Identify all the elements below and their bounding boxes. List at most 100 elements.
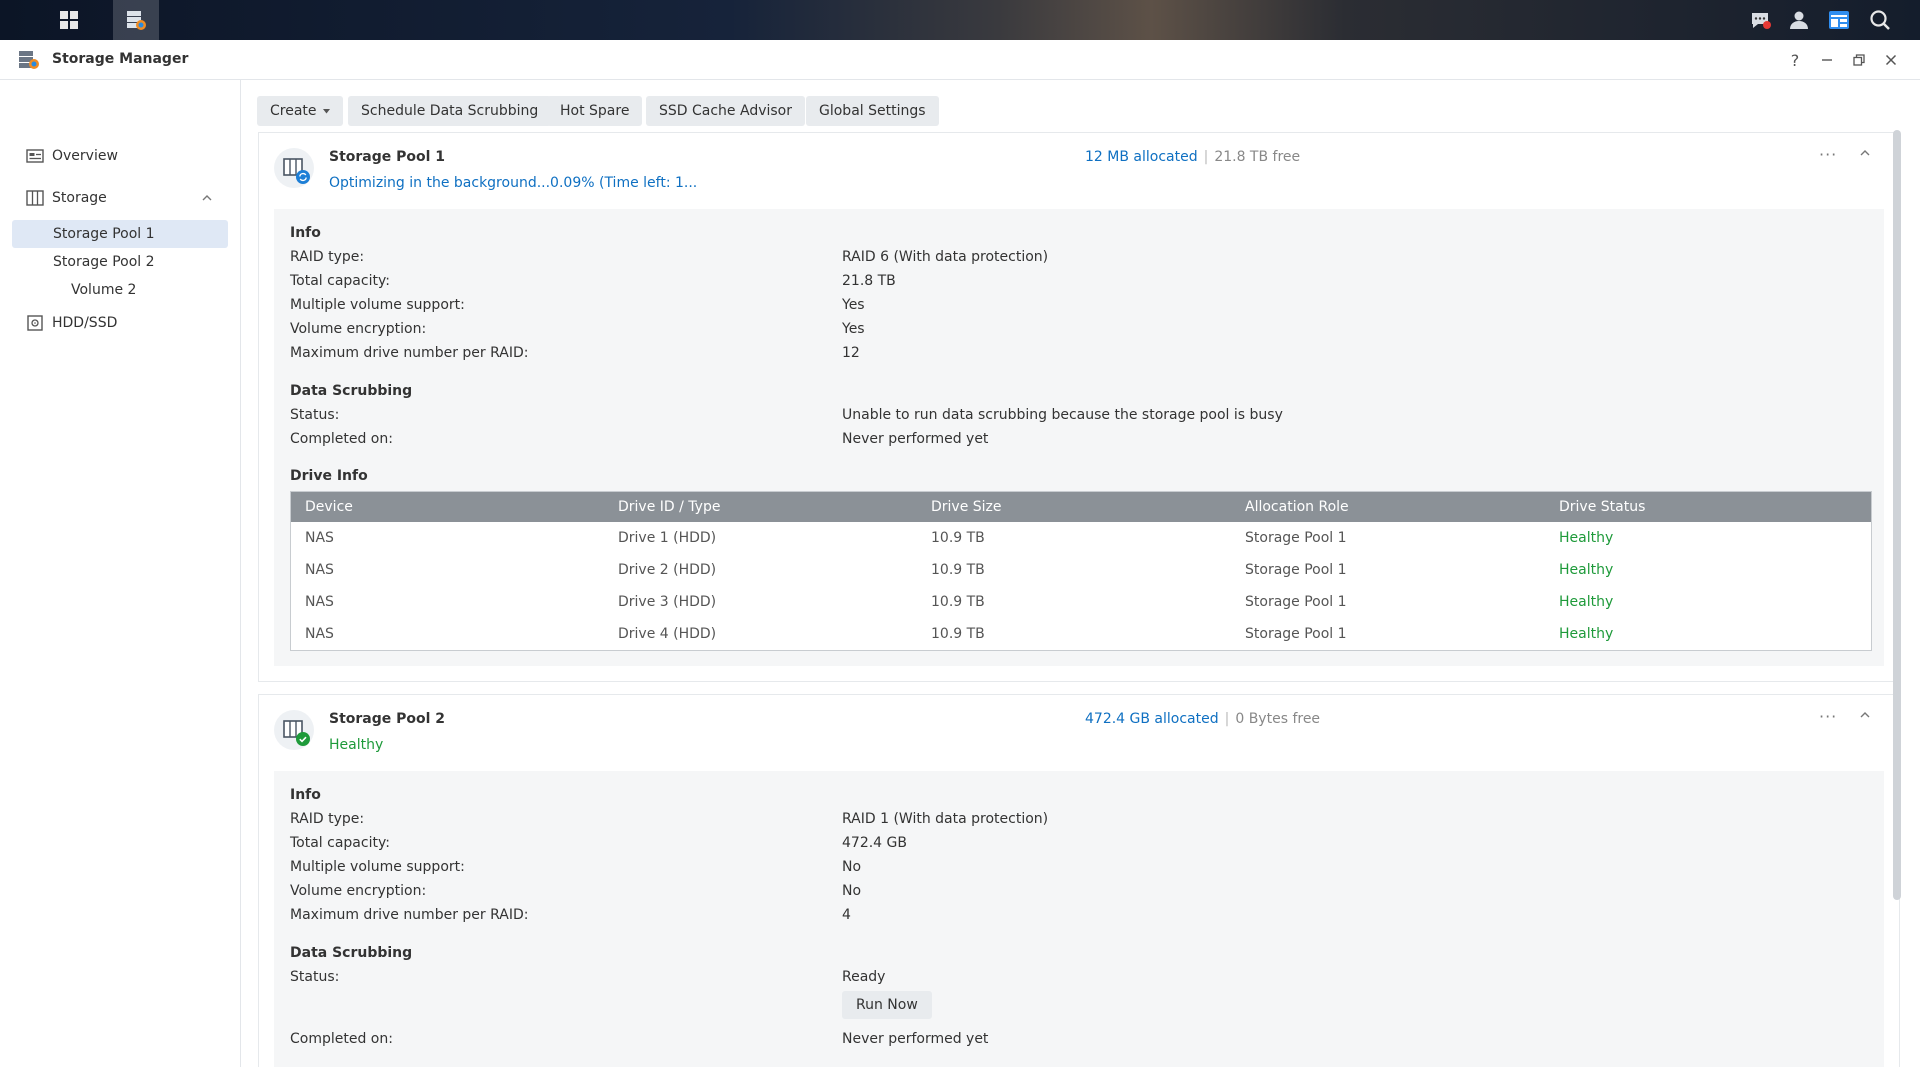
table-row[interactable]: NAS Drive 2 (HDD) 10.9 TB Storage Pool 1… <box>291 554 1871 586</box>
free-text: 0 Bytes free <box>1235 711 1321 727</box>
main-menu-button[interactable] <box>46 0 92 40</box>
total-capacity-value: 21.8 TB <box>842 273 896 289</box>
storage-icon <box>26 190 44 206</box>
create-label: Create <box>270 103 317 119</box>
drive-status-cell: Healthy <box>1559 530 1614 546</box>
sidebar-item-label: Overview <box>52 148 118 164</box>
global-settings-button[interactable]: Global Settings <box>806 96 939 126</box>
device-cell: NAS <box>305 626 334 642</box>
volume-encryption-value: Yes <box>842 321 865 337</box>
window-titlebar[interactable]: Storage Manager ? <box>0 40 1920 80</box>
max-drive-value: 4 <box>842 907 851 923</box>
scrubbing-status-value: Ready <box>842 969 886 985</box>
search-button[interactable] <box>1860 0 1900 40</box>
minimize-button[interactable] <box>1815 48 1839 72</box>
column-header-allocation-role[interactable]: Allocation Role <box>1245 499 1349 515</box>
allocated-text: 472.4 GB allocated <box>1085 711 1219 727</box>
sidebar-item-storage[interactable]: Storage <box>0 184 240 212</box>
storage-manager-window: Storage Manager ? Overview Storage Stora… <box>0 40 1920 1067</box>
multiple-volume-label: Multiple volume support: <box>290 859 465 875</box>
schedule-data-scrubbing-button[interactable]: Schedule Data Scrubbing <box>348 96 552 126</box>
volume-encryption-value: No <box>842 883 862 899</box>
more-options-icon[interactable]: ··· <box>1819 707 1837 726</box>
sidebar-item-storage-pool-2[interactable]: Storage Pool 2 <box>12 248 228 276</box>
drive-size-cell: 10.9 TB <box>931 530 985 546</box>
chevron-up-icon[interactable] <box>201 192 213 204</box>
drive-info-section-title: Drive Info <box>290 468 368 484</box>
completed-on-label: Completed on: <box>290 431 393 447</box>
chevron-up-icon[interactable] <box>1857 707 1873 723</box>
allocation-separator: | <box>1203 149 1209 165</box>
table-header: Device Drive ID / Type Drive Size Alloca… <box>291 492 1871 522</box>
pool-details: Info RAID type: RAID 1 (With data protec… <box>274 771 1884 1067</box>
drive-status-cell: Healthy <box>1559 626 1614 642</box>
chevron-up-icon[interactable] <box>1857 145 1873 161</box>
hot-spare-button[interactable]: Hot Spare <box>547 96 643 126</box>
sidebar-item-label: HDD/SSD <box>52 315 118 331</box>
content-scrollbar[interactable] <box>1893 130 1901 900</box>
main-content: Storage Pool 1 Optimizing in the backgro… <box>258 132 1903 1067</box>
close-button[interactable] <box>1879 48 1903 72</box>
table-row[interactable]: NAS Drive 1 (HDD) 10.9 TB Storage Pool 1… <box>291 522 1871 554</box>
completed-on-label: Completed on: <box>290 1031 393 1047</box>
column-header-drive-status[interactable]: Drive Status <box>1559 499 1645 515</box>
sidebar-item-label: Storage Pool 1 <box>53 226 155 242</box>
sidebar-item-storage-pool-1[interactable]: Storage Pool 1 <box>12 220 228 248</box>
sidebar-item-hdd-ssd[interactable]: HDD/SSD <box>0 309 240 337</box>
scrubbing-status-label: Status: <box>290 407 340 423</box>
sidebar: Overview Storage Storage Pool 1 Storage … <box>0 80 241 1067</box>
total-capacity-label: Total capacity: <box>290 273 390 289</box>
chat-notification-icon <box>1752 13 1771 29</box>
column-header-drive-size[interactable]: Drive Size <box>931 499 1002 515</box>
taskbar-storage-manager-button[interactable] <box>113 0 159 40</box>
pool-header[interactable]: Storage Pool 2 Healthy 472.4 GB allocate… <box>259 695 1899 771</box>
info-section-title: Info <box>290 787 321 803</box>
storage-pool-icon <box>274 710 314 750</box>
raid-type-label: RAID type: <box>290 249 365 265</box>
sidebar-item-volume-2[interactable]: Volume 2 <box>12 276 228 304</box>
close-icon <box>1885 54 1897 66</box>
overview-icon <box>26 149 44 163</box>
pool-allocation: 12 MB allocated | 21.8 TB free <box>1085 149 1300 165</box>
drive-id-cell: Drive 4 (HDD) <box>618 626 717 642</box>
pool-status: Healthy <box>329 737 384 753</box>
allocated-text: 12 MB allocated <box>1085 149 1198 165</box>
drive-id-cell: Drive 2 (HDD) <box>618 562 717 578</box>
grid-icon <box>60 11 78 29</box>
widgets-icon <box>1829 11 1849 29</box>
scrubbing-status-value: Unable to run data scrubbing because the… <box>842 407 1283 423</box>
user-button[interactable] <box>1779 0 1819 40</box>
notifications-button[interactable] <box>1740 0 1780 40</box>
multiple-volume-value: Yes <box>842 297 865 313</box>
table-row[interactable]: NAS Drive 4 (HDD) 10.9 TB Storage Pool 1… <box>291 618 1871 650</box>
run-now-button[interactable]: Run Now <box>842 991 932 1019</box>
column-header-drive-id[interactable]: Drive ID / Type <box>618 499 720 515</box>
storage-manager-icon <box>127 11 146 30</box>
pool-header[interactable]: Storage Pool 1 Optimizing in the backgro… <box>259 133 1899 209</box>
raid-type-value: RAID 6 (With data protection) <box>842 249 1049 265</box>
multiple-volume-value: No <box>842 859 862 875</box>
total-capacity-label: Total capacity: <box>290 835 390 851</box>
max-drive-label: Maximum drive number per RAID: <box>290 345 529 361</box>
search-icon <box>1870 10 1890 30</box>
scrubbing-status-label: Status: <box>290 969 340 985</box>
device-cell: NAS <box>305 594 334 610</box>
sidebar-item-overview[interactable]: Overview <box>0 142 240 170</box>
info-section-title: Info <box>290 225 321 241</box>
device-cell: NAS <box>305 562 334 578</box>
restore-button[interactable] <box>1847 48 1871 72</box>
free-text: 21.8 TB free <box>1214 149 1301 165</box>
total-capacity-value: 472.4 GB <box>842 835 907 851</box>
desktop-taskbar <box>0 0 1920 40</box>
drive-id-cell: Drive 1 (HDD) <box>618 530 717 546</box>
ssd-cache-advisor-button[interactable]: SSD Cache Advisor <box>646 96 805 126</box>
column-header-device[interactable]: Device <box>305 499 353 515</box>
create-button[interactable]: Create <box>257 96 343 126</box>
help-button[interactable]: ? <box>1783 48 1807 72</box>
more-options-icon[interactable]: ··· <box>1819 145 1837 164</box>
table-row[interactable]: NAS Drive 3 (HDD) 10.9 TB Storage Pool 1… <box>291 586 1871 618</box>
widgets-button[interactable] <box>1819 0 1859 40</box>
window-title: Storage Manager <box>52 51 189 67</box>
minimize-icon <box>1822 59 1832 61</box>
drive-status-cell: Healthy <box>1559 594 1614 610</box>
